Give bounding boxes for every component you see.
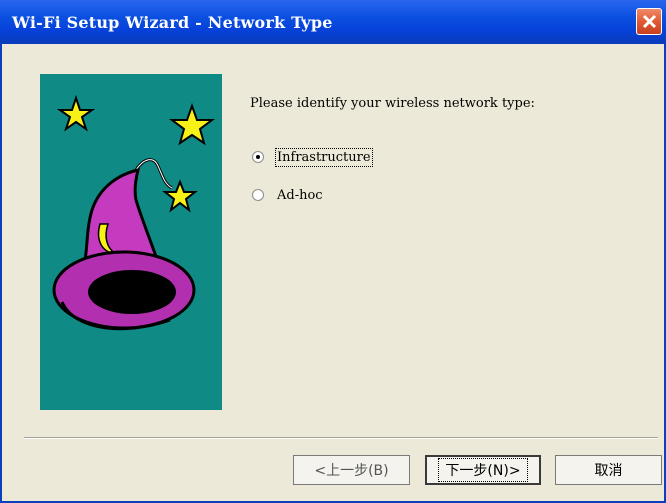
window-title: Wi-Fi Setup Wizard - Network Type [12,13,333,32]
infrastructure-option[interactable]: Infrastructure [252,147,373,167]
adhoc-label: Ad-hoc [277,187,323,203]
next-button-label: 下一步(N)> [438,458,528,482]
close-button[interactable] [636,8,662,35]
radio-button-unchecked[interactable] [252,189,264,201]
cancel-button[interactable]: 取消 [555,455,662,485]
wizard-dialog: Wi-Fi Setup Wizard - Network Type Please… [0,0,666,503]
network-type-prompt: Please identify your wireless network ty… [250,96,535,111]
adhoc-option[interactable]: Ad-hoc [252,185,324,205]
next-button[interactable]: 下一步(N)> [425,455,541,485]
button-separator [24,437,658,439]
title-bar[interactable]: Wi-Fi Setup Wizard - Network Type [0,0,666,44]
back-button-label: <上一步(B) [314,463,389,479]
wizard-illustration [40,74,222,410]
star-icon [56,94,96,132]
infrastructure-label: Infrastructure [275,147,373,167]
cancel-button-label: 取消 [594,463,623,479]
back-button[interactable]: <上一步(B) [293,455,410,485]
star-icon [169,103,215,146]
radio-button-checked[interactable] [252,151,264,163]
